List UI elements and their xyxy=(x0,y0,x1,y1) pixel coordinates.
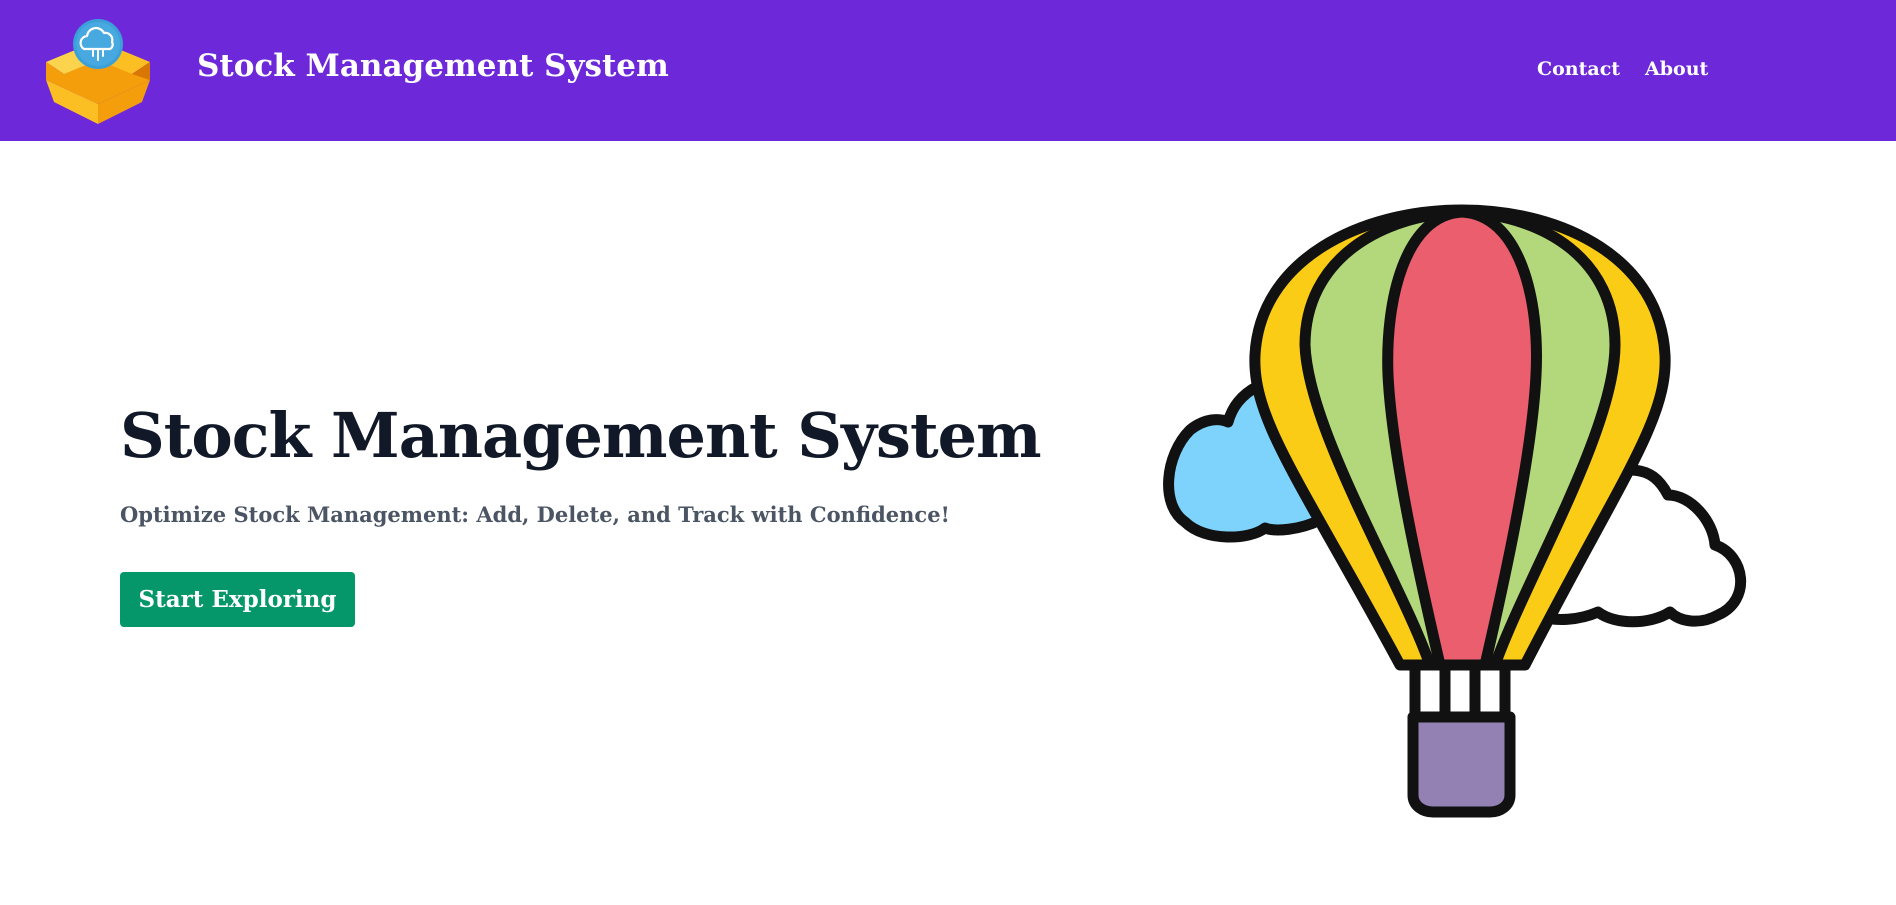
nav-link-contact[interactable]: Contact xyxy=(1537,58,1620,81)
brand-title[interactable]: Stock Management System xyxy=(197,48,669,85)
nav-link-about[interactable]: About xyxy=(1645,58,1708,81)
hot-air-balloon-illustration xyxy=(1163,204,1747,818)
navbar: Stock Management System Contact About xyxy=(0,0,1896,141)
hero-title: Stock Management System xyxy=(120,399,1042,472)
box-cloud-logo-icon[interactable] xyxy=(40,16,156,124)
hero-subtitle: Optimize Stock Management: Add, Delete, … xyxy=(120,502,950,527)
start-exploring-button[interactable]: Start Exploring xyxy=(120,572,355,627)
